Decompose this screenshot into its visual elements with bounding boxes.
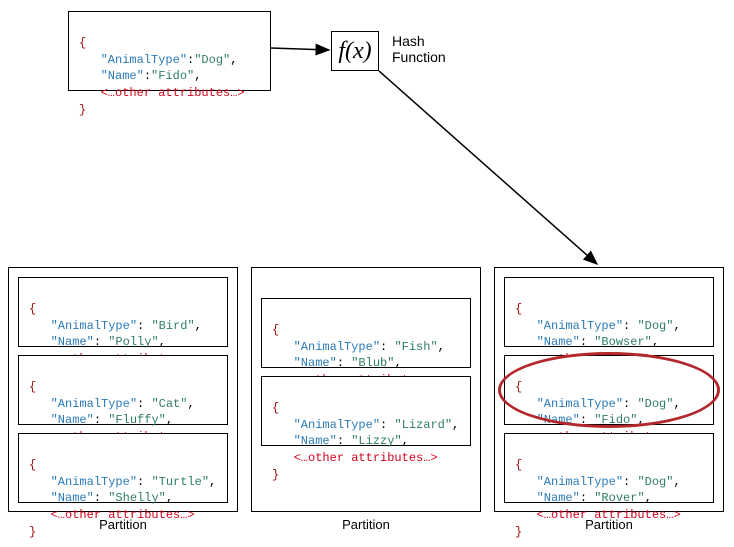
partition-3-record-1: { "AnimalType": "Dog", "Name": "Bowser",…: [504, 277, 714, 347]
arrow-hash-to-partition-3: [379, 71, 597, 264]
partition-2-record-1: { "AnimalType": "Fish", "Name": "Blub", …: [261, 298, 471, 368]
partition-1-label: Partition: [8, 517, 238, 532]
hash-function-label: Hash Function: [392, 33, 446, 65]
partition-1-record-1: { "AnimalType": "Bird", "Name": "Polly",…: [18, 277, 228, 347]
hash-function-box: f(x): [331, 31, 379, 71]
input-record-json: { "AnimalType":"Dog", "Name":"Fido", <…o…: [69, 12, 270, 125]
partition-3-record-3: { "AnimalType": "Dog", "Name": "Rover", …: [504, 433, 714, 503]
partition-3-label: Partition: [494, 517, 724, 532]
partition-2-record-2: { "AnimalType": "Lizard", "Name": "Lizzy…: [261, 376, 471, 446]
partition-2-label: Partition: [251, 517, 481, 532]
partition-1-record-2: { "AnimalType": "Cat", "Name": "Fluffy",…: [18, 355, 228, 425]
partition-1-record-3: { "AnimalType": "Turtle", "Name": "Shell…: [18, 433, 228, 503]
hash-function-symbol: f(x): [338, 38, 371, 65]
diagram-canvas: { "AnimalType":"Dog", "Name":"Fido", <…o…: [0, 0, 734, 545]
arrow-input-to-hash: [271, 48, 329, 50]
input-record-box: { "AnimalType":"Dog", "Name":"Fido", <…o…: [68, 11, 271, 91]
partition-3-record-2: { "AnimalType": "Dog", "Name": "Fido", <…: [504, 355, 714, 425]
